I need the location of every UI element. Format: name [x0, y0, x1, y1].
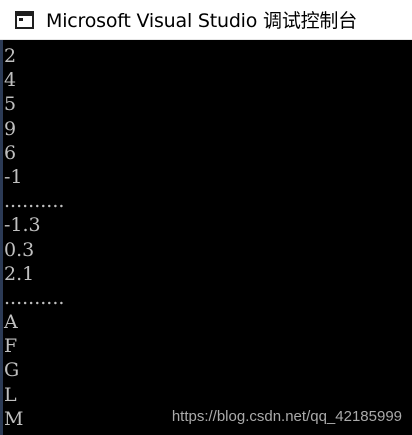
console-line: 6	[4, 141, 17, 164]
console-line: M	[4, 407, 24, 430]
console-line: -1.3	[4, 214, 41, 237]
console-line: A	[4, 311, 18, 334]
console-lines: 2 4 5 9 6 -1 .......... -1.3 0.3 2.1 ...…	[4, 44, 64, 431]
window-title: Microsoft Visual Studio 调试控制台	[46, 10, 358, 32]
console-line: 9	[4, 117, 17, 140]
console-line: 0.3	[4, 238, 35, 261]
console-window-icon	[15, 11, 34, 29]
console-line: 5	[4, 93, 17, 116]
watermark: https://blog.csdn.net/qq_42185999	[171, 408, 402, 425]
console-line: L	[4, 383, 17, 406]
console-line: F	[4, 335, 18, 358]
console-separator: ..........	[4, 190, 65, 213]
left-edge-strip	[0, 40, 3, 435]
console-line: 2	[4, 45, 17, 67]
console-line: G	[4, 359, 20, 382]
console-output[interactable]: 2 4 5 9 6 -1 .......... -1.3 0.3 2.1 ...…	[0, 40, 412, 435]
title-bar: Microsoft Visual Studio 调试控制台	[0, 0, 412, 40]
console-line: 4	[4, 69, 17, 92]
console-line: -1	[4, 165, 23, 188]
console-separator: ..........	[4, 286, 65, 309]
console-line: 2.1	[4, 262, 35, 285]
